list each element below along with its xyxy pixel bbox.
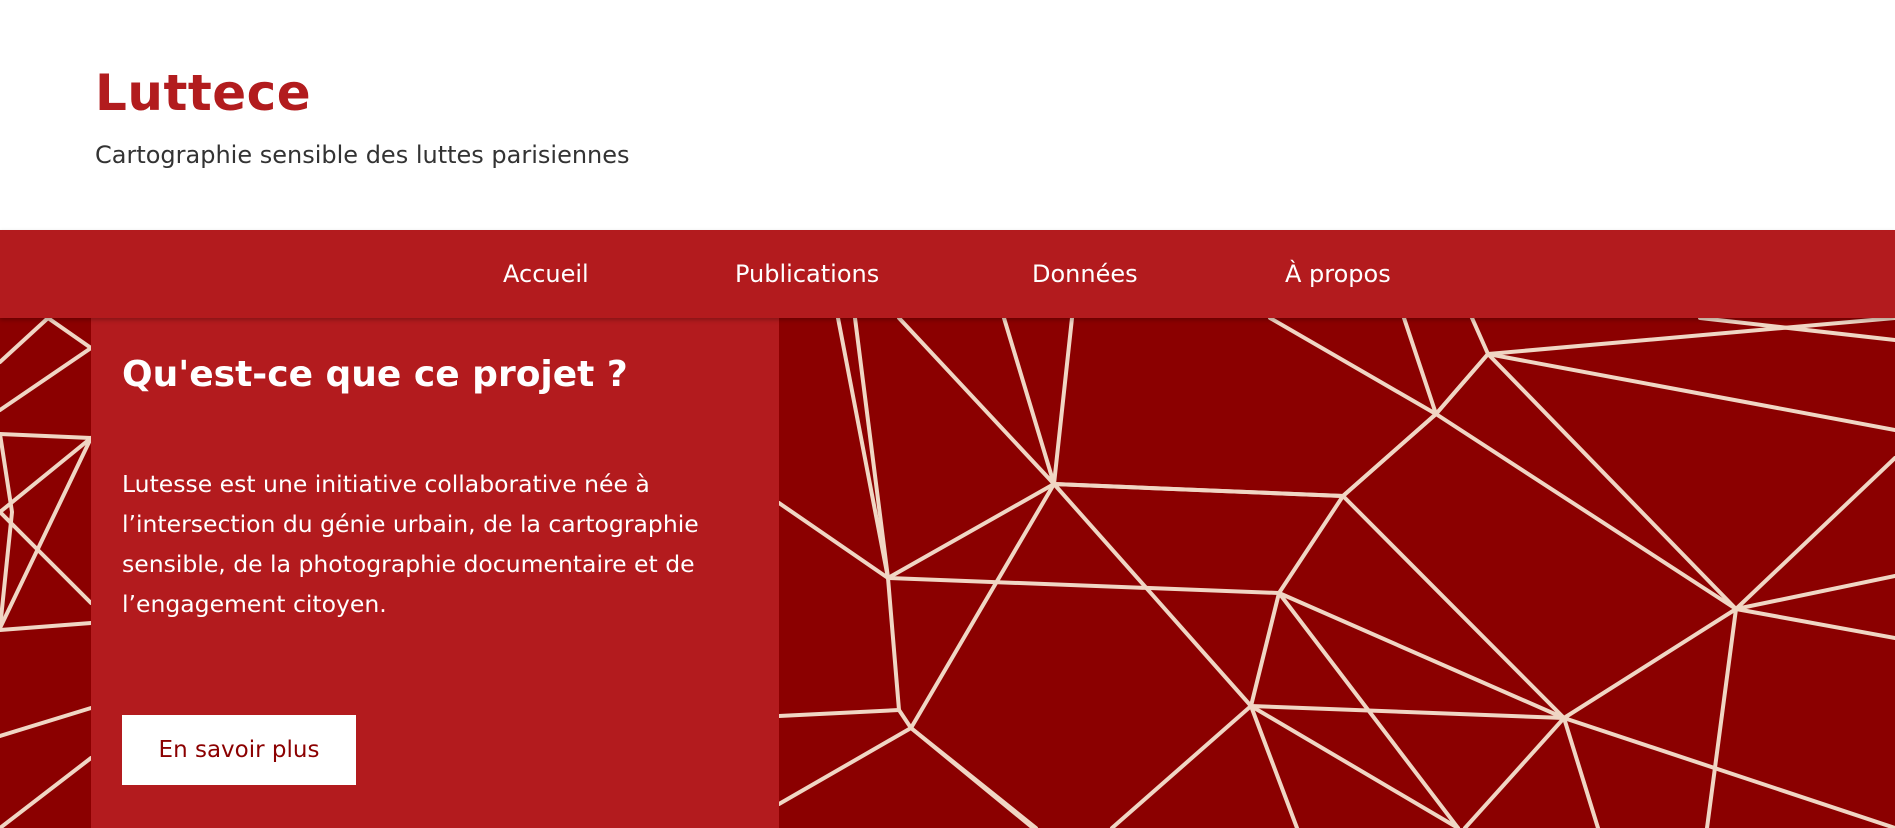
nav-item-a-propos[interactable]: À propos [1285, 230, 1391, 318]
site-tagline: Cartographie sensible des luttes parisie… [95, 141, 630, 169]
learn-more-button[interactable]: En savoir plus [122, 715, 356, 785]
nav-item-donnees[interactable]: Données [1032, 230, 1138, 318]
project-intro-card: Qu'est-ce que ce projet ? Lutesse est un… [91, 318, 779, 828]
project-heading: Qu'est-ce que ce projet ? [122, 354, 628, 395]
site-title[interactable]: Luttece [95, 62, 311, 124]
nav-item-publications[interactable]: Publications [735, 230, 879, 318]
project-description: Lutesse est une initiative collaborative… [122, 470, 699, 618]
nav-item-accueil[interactable]: Accueil [503, 230, 589, 318]
page: Luttece Cartographie sensible des luttes… [0, 0, 1895, 828]
site-header: Luttece Cartographie sensible des luttes… [0, 0, 1895, 230]
main-nav: Accueil Publications Données À propos [0, 230, 1895, 318]
hero-section: Qu'est-ce que ce projet ? Lutesse est un… [0, 318, 1895, 828]
